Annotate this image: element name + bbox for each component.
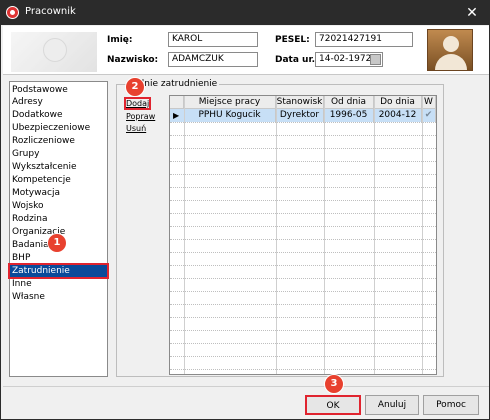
employee-header: Imię: KAROL Nazwisko: ADAMCZUK PESEL: 72…: [3, 26, 489, 74]
avatar: [427, 29, 473, 71]
annotation-badge-3: 3: [324, 374, 344, 394]
sidebar-item-bhp[interactable]: BHP: [10, 252, 107, 264]
grid-hline: [170, 343, 436, 344]
grid-hline: [170, 187, 436, 188]
grid-corner: [170, 96, 184, 109]
grid-hline: [170, 174, 436, 175]
sidebar-item-podstawowe[interactable]: Podstawowe: [10, 84, 107, 96]
grid-hline: [170, 213, 436, 214]
sidebar-item-ubezpieczeniowe[interactable]: Ubezpieczeniowe: [10, 122, 107, 134]
sidebar-item-inne[interactable]: Inne: [10, 278, 107, 290]
app-icon: [6, 6, 19, 19]
sidebar-item-wojsko[interactable]: Wojsko: [10, 200, 107, 212]
grid-hline: [170, 278, 436, 279]
grid-hline: [170, 317, 436, 318]
grid-vline: [184, 96, 185, 374]
sidebar-item-grupy[interactable]: Grupy: [10, 148, 107, 160]
grid-hline: [170, 369, 436, 370]
grid-hline: [170, 135, 436, 136]
grid-hline: [170, 161, 436, 162]
cell-from[interactable]: 1996-05: [324, 109, 374, 122]
cell-place[interactable]: PPHU Kogucik: [184, 109, 276, 122]
grid-vline: [324, 96, 325, 374]
sidebar-item-adresy[interactable]: Adresy: [10, 96, 107, 108]
edit-link[interactable]: Popraw: [126, 112, 155, 121]
avatar-head-icon: [443, 36, 459, 52]
check-icon[interactable]: ✔: [422, 109, 436, 122]
sidebar-item-motywacja[interactable]: Motywacja: [10, 187, 107, 199]
window-title: Pracownik: [25, 6, 76, 17]
delete-link[interactable]: Usuń: [126, 124, 146, 133]
calendar-icon[interactable]: [370, 54, 381, 65]
column-header-from[interactable]: Od dnia: [324, 96, 374, 109]
annotation-badge-1: 1: [47, 233, 67, 253]
column-header-place[interactable]: Miejsce pracy: [184, 96, 276, 109]
cancel-button[interactable]: Anuluj: [365, 395, 419, 415]
sidebar-item-rozliczeniowe[interactable]: Rozliczeniowe: [10, 135, 107, 147]
birth-date-label: Data ur.:: [275, 55, 319, 65]
ok-button[interactable]: OK: [305, 395, 361, 415]
column-header-to[interactable]: Do dnia: [374, 96, 422, 109]
grid-vline: [276, 96, 277, 374]
grid-hline: [170, 304, 436, 305]
pesel-field[interactable]: 72021427191: [315, 32, 413, 47]
first-name-field[interactable]: KAROL: [168, 32, 258, 47]
help-button[interactable]: Pomoc: [423, 395, 479, 415]
sidebar-item-wlasne[interactable]: Własne: [10, 291, 107, 303]
grid-hline: [170, 122, 436, 123]
birth-date-field[interactable]: 14-02-1972: [315, 52, 383, 67]
header-divider: [3, 74, 489, 75]
column-header-position[interactable]: Stanowisk: [276, 96, 324, 109]
add-link[interactable]: Dodaj: [123, 97, 152, 110]
last-name-field[interactable]: ADAMCZUK: [168, 52, 258, 67]
grid-hline: [170, 200, 436, 201]
grid-hline: [170, 291, 436, 292]
grid-hline: [170, 239, 436, 240]
cell-to[interactable]: 2004-12: [374, 109, 422, 122]
first-name-label: Imię:: [107, 35, 133, 45]
row-indicator-icon: ▶: [173, 111, 180, 120]
sidebar-item-wyksztalcenie[interactable]: Wykształcenie: [10, 161, 107, 173]
birth-date-value: 14-02-1972: [319, 54, 372, 64]
pesel-label: PESEL:: [275, 35, 310, 45]
grid-hline: [170, 356, 436, 357]
column-header-w[interactable]: W: [422, 96, 436, 109]
employment-grid: Miejsce pracy Stanowisk Od dnia Do dnia …: [169, 95, 437, 375]
close-icon[interactable]: ✕: [461, 3, 483, 23]
decorative-photo: [11, 32, 97, 72]
grid-vline: [422, 96, 423, 374]
annotation-badge-2: 2: [125, 77, 145, 97]
grid-hline: [170, 148, 436, 149]
last-name-label: Nazwisko:: [107, 55, 159, 65]
avatar-body-icon: [435, 54, 467, 70]
title-bar: Pracownik ✕: [1, 1, 489, 25]
grid-hline: [170, 330, 436, 331]
dialog-button-bar: OK Anuluj Pomoc: [3, 386, 489, 419]
grid-hline: [170, 252, 436, 253]
category-list: Podstawowe Adresy Dodatkowe Ubezpieczeni…: [8, 81, 109, 377]
sidebar-item-kompetencje[interactable]: Kompetencje: [10, 174, 107, 186]
sidebar-item-rodzina[interactable]: Rodzina: [10, 213, 107, 225]
employee-dialog: Pracownik ✕ Imię: KAROL Nazwisko: ADAMCZ…: [0, 0, 490, 420]
grid-hline: [170, 226, 436, 227]
grid-vline: [374, 96, 375, 374]
sidebar-item-zatrudnienie[interactable]: Zatrudnienie: [8, 263, 109, 279]
grid-hline: [170, 265, 436, 266]
cell-position[interactable]: Dyrektor: [276, 109, 324, 122]
sidebar-item-dodatkowe[interactable]: Dodatkowe: [10, 109, 107, 121]
